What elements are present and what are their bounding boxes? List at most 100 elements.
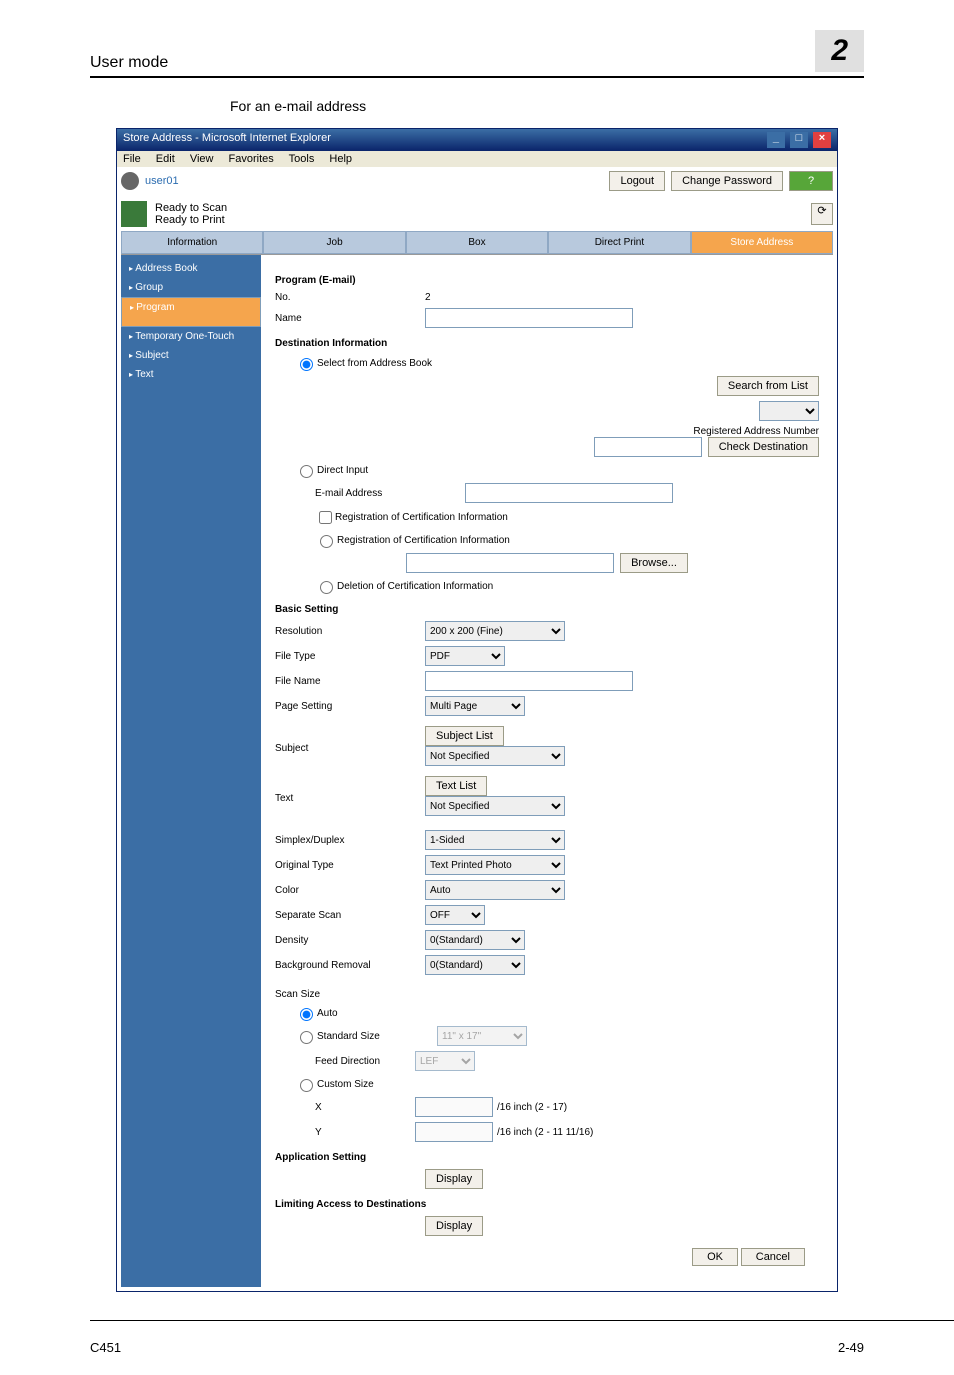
tab-store-address[interactable]: Store Address <box>691 231 833 254</box>
direct-input-radio[interactable] <box>300 465 313 478</box>
sidebar-program[interactable]: Program <box>121 297 261 327</box>
stdsize-radio[interactable] <box>300 1031 313 1044</box>
appset-heading: Application Setting <box>275 1152 819 1163</box>
menu-file[interactable]: File <box>123 153 141 165</box>
custsize-label: Custom Size <box>317 1079 374 1090</box>
email-addr-input[interactable] <box>465 483 673 503</box>
menu-help[interactable]: Help <box>329 153 352 165</box>
subtitle: For an e-mail address <box>230 98 864 114</box>
footer-left: C451 <box>90 1340 121 1355</box>
x-unit: /16 inch (2 - 17) <box>497 1102 567 1113</box>
x-input[interactable] <box>415 1097 493 1117</box>
cert-file-input[interactable] <box>406 553 614 573</box>
auto-radio[interactable] <box>300 1008 313 1021</box>
subject-select[interactable]: Not Specified <box>425 746 565 766</box>
reg-cert2-radio[interactable] <box>320 535 333 548</box>
dest-heading: Destination Information <box>275 338 819 349</box>
origtype-label: Original Type <box>275 860 425 871</box>
email-addr-label: E-mail Address <box>315 488 465 499</box>
menu-favorites[interactable]: Favorites <box>229 153 274 165</box>
filename-input[interactable] <box>425 671 633 691</box>
direct-input-label: Direct Input <box>317 465 368 476</box>
sepscan-label: Separate Scan <box>275 910 425 921</box>
search-list-select[interactable] <box>759 401 819 421</box>
bgremove-select[interactable]: 0(Standard) <box>425 955 525 975</box>
text-list-button[interactable]: Text List <box>425 776 487 796</box>
x-label: X <box>315 1102 415 1113</box>
cancel-button[interactable]: Cancel <box>741 1248 805 1266</box>
filename-label: File Name <box>275 676 425 687</box>
del-cert-radio[interactable] <box>320 581 333 594</box>
subject-list-button[interactable]: Subject List <box>425 726 504 746</box>
filetype-select[interactable]: PDF <box>425 646 505 666</box>
scansize-label: Scan Size <box>275 989 819 1000</box>
menubar: File Edit View Favorites Tools Help <box>117 151 837 167</box>
reg-addr-num-input[interactable] <box>594 437 702 457</box>
custsize-radio[interactable] <box>300 1079 313 1092</box>
menu-tools[interactable]: Tools <box>289 153 315 165</box>
filetype-label: File Type <box>275 651 425 662</box>
color-select[interactable]: Auto <box>425 880 565 900</box>
program-heading: Program (E-mail) <box>275 275 819 286</box>
sidebar-address-book[interactable]: Address Book <box>121 259 261 278</box>
name-label: Name <box>275 313 425 324</box>
refresh-button[interactable]: ⟳ <box>811 203 833 225</box>
resolution-label: Resolution <box>275 626 425 637</box>
reg-cert-label: Registration of Certification Informatio… <box>335 512 508 523</box>
pageset-label: Page Setting <box>275 701 425 712</box>
select-addr-label: Select from Address Book <box>317 358 432 369</box>
username: user01 <box>145 175 179 187</box>
search-list-button[interactable]: Search from List <box>717 376 819 396</box>
basic-heading: Basic Setting <box>275 604 819 615</box>
text-label: Text <box>275 793 425 804</box>
ok-button[interactable]: OK <box>692 1248 738 1266</box>
y-unit: /16 inch (2 - 11 11/16) <box>497 1127 593 1138</box>
limit-display-button[interactable]: Display <box>425 1216 483 1236</box>
maximize-button[interactable]: □ <box>790 132 808 148</box>
name-input[interactable] <box>425 308 633 328</box>
select-addr-radio[interactable] <box>300 358 313 371</box>
auto-label: Auto <box>317 1008 338 1019</box>
footer-right: 2-49 <box>838 1340 864 1355</box>
tab-direct-print[interactable]: Direct Print <box>548 231 690 254</box>
sidebar-text[interactable]: Text <box>121 365 261 384</box>
resolution-select[interactable]: 200 x 200 (Fine) <box>425 621 565 641</box>
sidebar-temp-onetouch[interactable]: Temporary One-Touch <box>121 327 261 346</box>
help-button[interactable]: ? <box>789 171 833 191</box>
logout-button[interactable]: Logout <box>609 171 665 191</box>
sidebar-subject[interactable]: Subject <box>121 346 261 365</box>
status-print: Ready to Print <box>155 214 227 226</box>
menu-view[interactable]: View <box>190 153 214 165</box>
browse-button[interactable]: Browse... <box>620 553 688 573</box>
reg-cert-checkbox[interactable] <box>319 511 332 524</box>
origtype-select[interactable]: Text Printed Photo <box>425 855 565 875</box>
tab-box[interactable]: Box <box>406 231 548 254</box>
simplex-select[interactable]: 1-Sided <box>425 830 565 850</box>
reg-addr-num-label: Registered Address Number <box>693 426 819 437</box>
change-password-button[interactable]: Change Password <box>671 171 783 191</box>
pageset-select[interactable]: Multi Page <box>425 696 525 716</box>
subject-label: Subject <box>275 743 425 754</box>
status-scan: Ready to Scan <box>155 202 227 214</box>
titlebar: Store Address - Microsoft Internet Explo… <box>117 129 837 151</box>
minimize-button[interactable]: _ <box>767 132 785 148</box>
density-select[interactable]: 0(Standard) <box>425 930 525 950</box>
printer-icon <box>121 201 147 227</box>
feeddir-label: Feed Direction <box>315 1056 415 1067</box>
limit-heading: Limiting Access to Destinations <box>275 1199 819 1210</box>
menu-edit[interactable]: Edit <box>156 153 175 165</box>
sidebar-group[interactable]: Group <box>121 278 261 297</box>
check-dest-button[interactable]: Check Destination <box>708 437 819 457</box>
feeddir-select[interactable]: LEF <box>415 1051 475 1071</box>
bgremove-label: Background Removal <box>275 960 425 971</box>
tab-information[interactable]: Information <box>121 231 263 254</box>
sepscan-select[interactable]: OFF <box>425 905 485 925</box>
color-label: Color <box>275 885 425 896</box>
appset-display-button[interactable]: Display <box>425 1169 483 1189</box>
close-button[interactable]: × <box>813 132 831 148</box>
stdsize-select[interactable]: 11" x 17" <box>437 1026 527 1046</box>
text-select[interactable]: Not Specified <box>425 796 565 816</box>
y-input[interactable] <box>415 1122 493 1142</box>
sidebar: Address Book Group Program Temporary One… <box>121 255 261 1287</box>
tab-job[interactable]: Job <box>263 231 405 254</box>
